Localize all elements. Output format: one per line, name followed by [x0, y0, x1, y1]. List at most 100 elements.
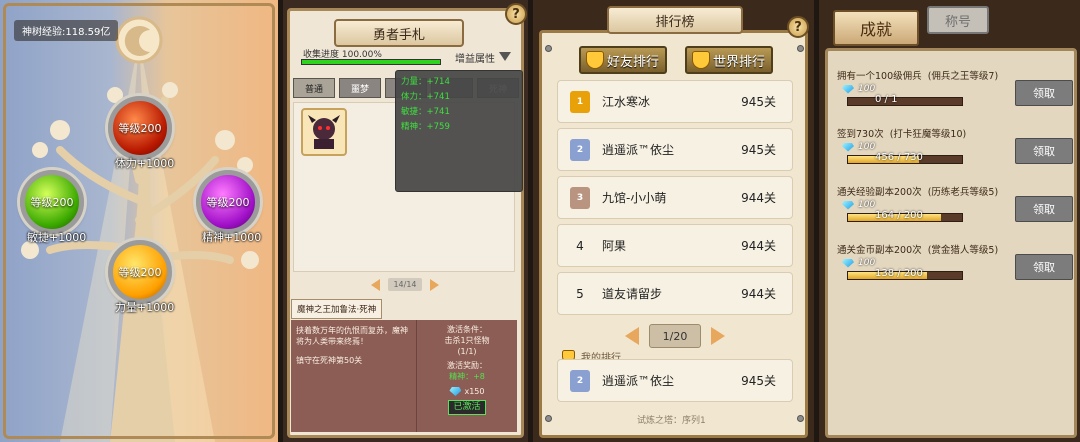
gold-medal-icon: 1 — [570, 90, 590, 113]
rivet — [545, 415, 552, 422]
gem-count: x150 — [464, 387, 485, 396]
ranking-row[interactable]: 5 道友请留步 944关 — [557, 272, 793, 315]
tree-node-label: 体力+1000 — [115, 157, 175, 170]
achievement-subtitle: (赏金猎人等级5) — [927, 245, 999, 256]
achievement-title: 签到730次 — [837, 129, 884, 140]
help-icon[interactable]: ? — [505, 3, 527, 25]
achievement-title: 拥有一个100级佣兵 — [837, 71, 922, 82]
ranking-title-text: 排行榜 — [655, 14, 695, 30]
condition-title: 激活条件： — [447, 325, 487, 334]
tab-world-ranking[interactable]: 世界排行 — [685, 46, 774, 74]
tree-node-level: 等级200 — [118, 122, 162, 135]
tree-node-level: 等级200 — [206, 196, 250, 209]
tab-label: 世界排行 — [713, 54, 766, 70]
achievement-subtitle: (历练老兵等级5) — [927, 187, 999, 198]
tab-normal[interactable]: 普通 — [293, 78, 335, 98]
trophy-icon — [693, 52, 709, 68]
ranking-row[interactable]: 4 阿果 944关 — [557, 224, 793, 267]
buff-line: 敏捷：+741 — [401, 107, 450, 117]
diamond-icon — [842, 200, 854, 210]
monster-card[interactable] — [301, 108, 347, 156]
tree-node-label: 力量+1000 — [115, 301, 175, 314]
player-name: 九馆-小小萌 — [602, 191, 667, 205]
diamond-icon — [842, 142, 854, 152]
claim-button[interactable]: 领取 — [1015, 80, 1073, 106]
player-name: 道友请留步 — [602, 287, 663, 301]
buff-attributes-label[interactable]: 增益属性 — [455, 50, 495, 65]
ranking-title: 排行榜 — [607, 6, 743, 34]
prev-page-arrow-icon[interactable] — [625, 327, 639, 345]
player-score: 945关 — [741, 143, 776, 157]
achievements-panel: 成就 称号 拥有一个100级佣兵 (佣兵之王等级7) 100 0 / 1 领取 … — [819, 0, 1080, 442]
tree-node-agility[interactable]: 等级200 — [20, 170, 84, 234]
tree-node-level: 等级200 — [118, 266, 162, 279]
rivet — [545, 45, 552, 52]
prev-page-arrow-icon[interactable] — [371, 278, 380, 291]
tab-achievements[interactable]: 成就 — [833, 10, 919, 46]
achievement-title: 通关经验副本200次 — [837, 187, 922, 198]
tree-node-label: 敏捷+1000 — [27, 231, 87, 244]
collection-progress-fill — [302, 60, 440, 64]
reward-value: 精神：+8 — [449, 372, 485, 381]
tab-friend-ranking[interactable]: 好友排行 — [579, 46, 668, 74]
player-score: 945关 — [741, 374, 776, 388]
reward-amount: 100 — [858, 200, 876, 210]
reward-amount: 100 — [858, 142, 876, 152]
tree-node-strength[interactable]: 等级200 — [108, 240, 172, 304]
tree-node-spirit[interactable]: 等级200 — [196, 170, 260, 234]
buff-line: 精神：+759 — [401, 122, 450, 132]
rank-number: 5 — [576, 286, 584, 301]
skill-name-tab: 魔神之王加鲁法·死神 — [291, 299, 383, 319]
claim-button[interactable]: 领取 — [1015, 254, 1073, 280]
skill-tree-panel: 神树经验:118.59亿 等级200 体力+1000 等级200 敏捷+1000… — [0, 0, 278, 442]
claim-button[interactable]: 领取 — [1015, 196, 1073, 222]
achievement-subtitle: (佣兵之王等级7) — [927, 71, 999, 82]
page-indicator: 1/20 — [649, 324, 701, 348]
page-indicator: 14/14 — [388, 278, 422, 291]
next-page-arrow-icon[interactable] — [430, 278, 439, 291]
my-ranking-row: 2 逍遥派™依尘 945关 — [557, 359, 793, 402]
player-name: 江水寒冰 — [602, 95, 651, 109]
next-page-arrow-icon[interactable] — [711, 327, 725, 345]
achievement-progress-bar — [847, 97, 963, 106]
friends-icon — [587, 52, 603, 68]
rank-number: 4 — [576, 238, 584, 253]
buff-dropdown-icon[interactable] — [499, 52, 511, 61]
tab-label: 好友排行 — [607, 54, 660, 70]
handbook-title-text: 勇者手札 — [372, 27, 425, 43]
buff-popup: 力量：+714 体力：+741 敏捷：+741 精神：+759 — [395, 70, 523, 192]
tree-exp-label: 神树经验:118.59亿 — [14, 20, 119, 41]
ranking-row[interactable]: 2 逍遥派™依尘 945关 — [557, 128, 793, 171]
achievement-item: 通关经验副本200次 (历练老兵等级5) 100 164 / 200 领取 — [837, 184, 1073, 239]
achievement-subtitle: (打卡狂魔等级10) — [889, 129, 967, 140]
player-name: 阿果 — [602, 239, 627, 253]
tab-label: 成就 — [859, 20, 892, 39]
ranking-footer: 试炼之塔：序列1 — [637, 416, 706, 426]
achievement-item: 通关金币副本200次 (赏金猎人等级5) 100 138 / 200 领取 — [837, 242, 1073, 297]
ranking-row[interactable]: 1 江水寒冰 945关 — [557, 80, 793, 123]
player-score: 944关 — [741, 287, 776, 301]
tab-label: 称号 — [944, 14, 971, 30]
claim-button[interactable]: 领取 — [1015, 138, 1073, 164]
tree-node-stamina[interactable]: 等级200 — [108, 96, 172, 160]
rivet — [797, 45, 804, 52]
tab-nightmare[interactable]: 噩梦 — [339, 78, 381, 98]
help-icon[interactable]: ? — [787, 16, 809, 38]
diamond-icon — [449, 387, 462, 396]
condition-progress: (1/1) — [457, 347, 477, 356]
player-name: 逍遥派™依尘 — [602, 143, 675, 157]
tree-node-level: 等级200 — [30, 196, 74, 209]
demon-icon — [308, 115, 340, 149]
tab-titles[interactable]: 称号 — [927, 6, 989, 34]
diamond-icon — [842, 258, 854, 268]
reward-amount: 100 — [858, 84, 876, 94]
achievement-item: 签到730次 (打卡狂魔等级10) 100 456 / 730 领取 — [837, 126, 1073, 181]
handbook-pager: 14/14 — [371, 278, 439, 291]
ranking-pager: 1/20 — [625, 324, 725, 348]
player-score: 945关 — [741, 95, 776, 109]
bronze-medal-icon: 3 — [570, 186, 590, 209]
ranking-row[interactable]: 3 九馆-小小萌 944关 — [557, 176, 793, 219]
player-name: 逍遥派™依尘 — [602, 374, 675, 388]
achievement-count: 456 / 730 — [875, 152, 923, 163]
achievement-count: 0 / 1 — [875, 94, 898, 105]
